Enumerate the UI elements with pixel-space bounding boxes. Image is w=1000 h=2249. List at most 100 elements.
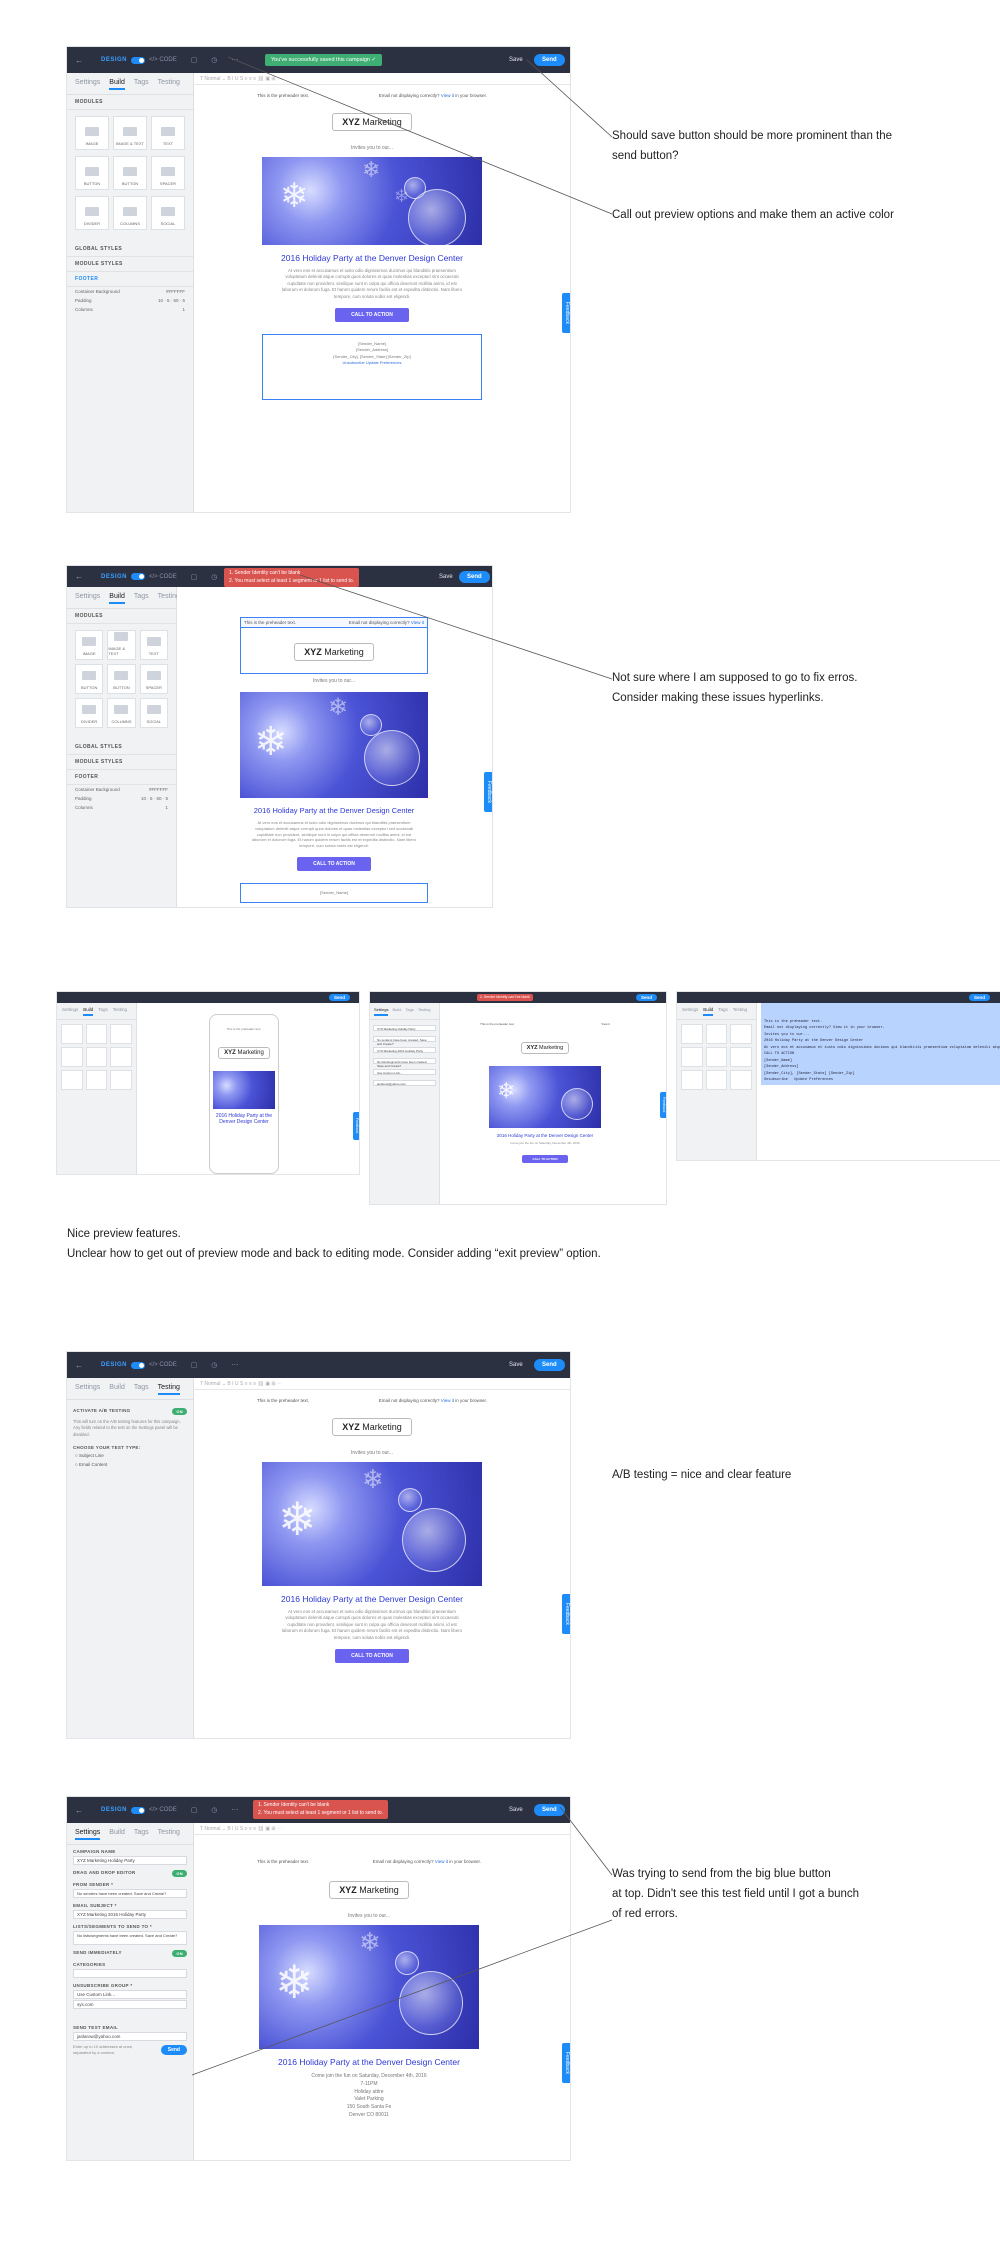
container-background-row[interactable]: Container Background #FFFFFF xyxy=(67,287,193,296)
back-arrow-icon[interactable]: ← xyxy=(75,572,83,581)
view-in-browser-link[interactable]: View it xyxy=(441,1398,454,1403)
tab-build[interactable]: Build xyxy=(392,1007,401,1016)
module-social[interactable]: SOCIAL xyxy=(139,698,168,728)
tab-settings[interactable]: Settings xyxy=(75,593,100,604)
email-subject-field[interactable]: XYZ Marketing 2016 Holiday Party xyxy=(373,1047,436,1053)
padding-row[interactable]: Padding 10 · 5 · 50 · 5 xyxy=(67,794,176,803)
feedback-tab[interactable]: Feedback xyxy=(562,293,570,333)
tab-testing[interactable]: Testing xyxy=(113,1007,127,1016)
module-social[interactable] xyxy=(110,1070,132,1090)
tab-build[interactable]: Build xyxy=(109,593,125,604)
module-image[interactable] xyxy=(681,1024,703,1044)
save-button[interactable]: Save xyxy=(509,57,523,63)
view-in-browser-link[interactable]: View it xyxy=(441,93,454,98)
lists-field[interactable]: No lists/segments have been created. Sav… xyxy=(373,1058,436,1068)
module-button[interactable] xyxy=(705,1047,728,1067)
preview-options-icons[interactable]: ▢ ◷ ⋯ xyxy=(191,1361,245,1369)
categories-input[interactable] xyxy=(73,1969,187,1978)
send-button[interactable]: Send xyxy=(534,54,565,66)
tab-testing[interactable]: Testing xyxy=(158,79,180,90)
module-image[interactable]: IMAGE xyxy=(75,116,109,150)
tab-testing[interactable]: Testing xyxy=(733,1007,747,1016)
module-social[interactable] xyxy=(730,1070,752,1090)
feedback-tab[interactable]: Feedback xyxy=(484,772,492,812)
tab-build[interactable]: Build xyxy=(83,1007,94,1016)
send-immediately-toggle[interactable]: ON xyxy=(172,1950,187,1957)
module-spacer[interactable] xyxy=(730,1047,752,1067)
call-to-action-button[interactable]: CALL TO ACTION xyxy=(297,856,371,871)
design-code-toggle[interactable] xyxy=(131,1361,146,1369)
tab-tags[interactable]: Tags xyxy=(718,1007,728,1016)
columns-row[interactable]: Columns 1 xyxy=(67,803,176,812)
error-sender[interactable]: 1. Sender Identity can't be blank xyxy=(229,570,354,578)
module-text[interactable] xyxy=(110,1024,132,1044)
send-button[interactable]: Send xyxy=(329,994,351,1001)
view-in-browser-link[interactable]: View it xyxy=(435,1859,448,1864)
feedback-tab[interactable]: Feedback xyxy=(353,1112,359,1140)
module-divider[interactable] xyxy=(61,1070,83,1090)
drag-drop-toggle[interactable]: ON xyxy=(172,1870,187,1877)
email-footer[interactable]: [Sender_Name] xyxy=(240,882,428,903)
module-divider[interactable] xyxy=(681,1070,703,1090)
tab-settings[interactable]: Settings xyxy=(75,79,100,90)
design-mode-label[interactable]: DESIGN xyxy=(101,1807,127,1813)
tab-settings[interactable]: Settings xyxy=(374,1007,389,1016)
design-mode-label[interactable]: DESIGN xyxy=(101,574,127,580)
module-image[interactable]: IMAGE xyxy=(75,630,104,660)
module-button[interactable]: BUTTON xyxy=(107,664,136,694)
feedback-tab[interactable]: Feedback xyxy=(660,1092,666,1118)
view-in-browser-link[interactable]: View it xyxy=(411,620,424,625)
unsubscribe-group-select[interactable]: Use Custom Link... xyxy=(73,1990,187,1999)
tab-tags[interactable]: Tags xyxy=(134,79,149,90)
design-mode-label[interactable]: DESIGN xyxy=(101,57,127,63)
tab-tags[interactable]: Tags xyxy=(98,1007,108,1016)
module-spacer[interactable]: SPACER xyxy=(151,156,185,190)
tab-tags[interactable]: Tags xyxy=(134,1829,149,1840)
code-editor[interactable]: This is the preheader text. Email not dis… xyxy=(761,1003,1000,1085)
module-button[interactable] xyxy=(85,1047,108,1067)
unsubscribe-url-input[interactable]: sys.com xyxy=(73,2000,187,2009)
format-toolbar[interactable]: T Normal ⌄ B I U S ≡ ≡ ≡ ⛓ ▣ ⊞ ⋯ xyxy=(194,1823,570,1835)
tab-tags[interactable]: Tags xyxy=(405,1007,413,1016)
module-image-text[interactable] xyxy=(85,1024,108,1044)
email-subject-input[interactable]: XYZ Marketing 2016 Holiday Party xyxy=(73,1910,187,1919)
module-spacer[interactable] xyxy=(110,1047,132,1067)
module-columns[interactable] xyxy=(705,1070,728,1090)
module-styles-header[interactable]: MODULE STYLES xyxy=(67,755,176,770)
send-button[interactable]: Send xyxy=(534,1359,565,1371)
design-code-toggle[interactable] xyxy=(131,56,146,64)
preview-options-icons[interactable]: ▢ ◷ ⋯ xyxy=(191,1806,245,1814)
tab-testing[interactable]: Testing xyxy=(157,1384,180,1395)
tab-tags[interactable]: Tags xyxy=(134,1384,149,1395)
save-button[interactable]: Save xyxy=(439,574,453,580)
campaign-name-field[interactable]: XYZ Marketing Holiday Party xyxy=(373,1025,436,1031)
format-toolbar[interactable]: T Normal ⌄ B I U S ≡ ≡ ≡ ⛓ ▣ ⊞ ⋯ xyxy=(194,73,570,85)
module-image-text[interactable] xyxy=(705,1024,728,1044)
save-button[interactable]: Save xyxy=(509,1807,523,1813)
container-background-row[interactable]: Container Background #FFFFFF xyxy=(67,785,176,794)
tab-build[interactable]: Build xyxy=(109,1384,125,1395)
call-to-action-button[interactable]: CALL TO ACTION xyxy=(335,307,409,322)
unsubscribe-group-field[interactable]: Use Custom Link... xyxy=(373,1069,436,1075)
option-subject-line[interactable]: ○ Subject Line xyxy=(67,1451,193,1460)
tab-testing[interactable]: Testing xyxy=(418,1007,431,1016)
email-footer[interactable]: [Sender_Name] [Sender_Address] [Sender_C… xyxy=(262,333,482,400)
lists-input[interactable]: No lists/segments have been created. Sav… xyxy=(73,1931,187,1945)
modules-header[interactable]: MODULES xyxy=(67,609,176,624)
tab-settings[interactable]: Settings xyxy=(682,1007,698,1016)
footer-links[interactable]: Unsubscribe Update Preferences xyxy=(343,360,402,365)
module-image[interactable] xyxy=(61,1024,83,1044)
tab-tags[interactable]: Tags xyxy=(134,593,149,604)
option-email-content[interactable]: ○ Email Content xyxy=(67,1460,193,1469)
from-sender-field[interactable]: No senders have been created. Save and C… xyxy=(373,1036,436,1046)
global-styles-header[interactable]: GLOBAL STYLES xyxy=(67,242,193,257)
back-arrow-icon[interactable]: ← xyxy=(75,56,83,65)
tab-settings[interactable]: Settings xyxy=(75,1829,101,1840)
global-styles-header[interactable]: GLOBAL STYLES xyxy=(67,740,176,755)
tab-build[interactable]: Build xyxy=(109,1829,125,1840)
module-text[interactable]: TEXT xyxy=(139,630,168,660)
module-button-outline[interactable] xyxy=(61,1047,83,1067)
module-image-text[interactable]: IMAGE & TEXT xyxy=(107,630,136,660)
module-divider[interactable]: DIVIDER xyxy=(75,698,104,728)
ab-toggle[interactable]: ON xyxy=(172,1408,187,1415)
